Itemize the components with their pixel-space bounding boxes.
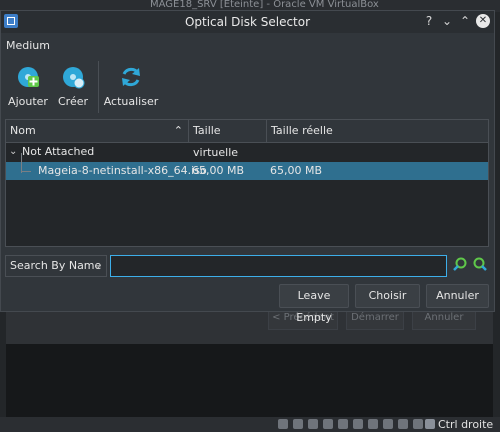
- create-button[interactable]: Créer: [49, 63, 97, 111]
- search-input[interactable]: [110, 255, 447, 277]
- usb-icon[interactable]: [338, 419, 348, 429]
- add-label: Ajouter: [8, 95, 48, 108]
- actual-size: 65,00 MB: [270, 164, 323, 177]
- tree-branch-line: [21, 171, 31, 172]
- dialog-titlebar: Optical Disk Selector ? ⌄ ⌃ ✕: [1, 11, 494, 33]
- host-key-label: Ctrl droite: [438, 418, 494, 431]
- leave-empty-button[interactable]: Leave Empty: [279, 284, 349, 324]
- search-mode-select[interactable]: Search By Name ⌄: [5, 255, 107, 277]
- background-window-area: [6, 344, 493, 417]
- tree-branch-line: [21, 153, 22, 173]
- optical-drive-icon[interactable]: [293, 419, 303, 429]
- search-next-icon[interactable]: [471, 256, 489, 274]
- refresh-icon: [122, 67, 140, 87]
- column-header-virtual-size[interactable]: Taille virtuelle: [189, 120, 267, 159]
- add-button[interactable]: Ajouter: [4, 63, 52, 111]
- table-row[interactable]: Mageia-8-netinstall-x86_64.iso 65,00 MB …: [6, 162, 488, 180]
- medium-name: Mageia-8-netinstall-x86_64.iso: [38, 164, 207, 177]
- mouse-integration-icon[interactable]: [413, 419, 423, 429]
- network-icon[interactable]: [323, 419, 333, 429]
- keyboard-icon[interactable]: [425, 419, 435, 429]
- optical-disk-selector-dialog: Optical Disk Selector ? ⌄ ⌃ ✕ Medium Ajo…: [0, 10, 495, 324]
- column-header-name[interactable]: Nom ⌃: [6, 120, 189, 142]
- audio-icon[interactable]: [308, 419, 318, 429]
- expand-chevron-icon[interactable]: ⌄: [9, 143, 17, 161]
- disk-icon[interactable]: [278, 419, 288, 429]
- refresh-label: Actualiser: [103, 95, 159, 108]
- sort-up-icon: ⌃: [173, 124, 183, 137]
- cancel-button[interactable]: Annuler: [426, 284, 489, 308]
- group-row-not-attached[interactable]: ⌄ Not Attached: [6, 143, 488, 161]
- display-icon[interactable]: [368, 419, 378, 429]
- dialog-title: Optical Disk Selector: [184, 15, 311, 29]
- recording-icon[interactable]: [383, 419, 393, 429]
- medium-label: Medium: [6, 39, 50, 52]
- chevron-down-icon: ⌄: [92, 259, 102, 272]
- minimize-icon[interactable]: ⌄: [440, 14, 454, 28]
- group-label: Not Attached: [22, 145, 95, 158]
- refresh-button[interactable]: Actualiser: [102, 63, 160, 111]
- media-table: Nom ⌃ Taille virtuelle Taille réelle ⌄ N…: [5, 119, 489, 247]
- virtual-size: 65,00 MB: [192, 164, 245, 177]
- column-header-actual-size[interactable]: Taille réelle: [267, 120, 488, 142]
- add-disk-icon: [18, 67, 39, 87]
- maximize-icon[interactable]: ⌃: [458, 14, 472, 28]
- table-header: Nom ⌃ Taille virtuelle Taille réelle: [6, 120, 488, 159]
- choose-button[interactable]: Choisir: [355, 284, 420, 308]
- create-label: Créer: [57, 95, 89, 108]
- create-disk-icon: [63, 67, 85, 89]
- close-icon[interactable]: ✕: [476, 14, 490, 28]
- help-icon[interactable]: ?: [422, 14, 436, 28]
- cpu-icon[interactable]: [398, 419, 408, 429]
- search-prev-icon[interactable]: [451, 256, 469, 274]
- shared-folder-icon[interactable]: [353, 419, 363, 429]
- toolbar-separator: [98, 61, 99, 113]
